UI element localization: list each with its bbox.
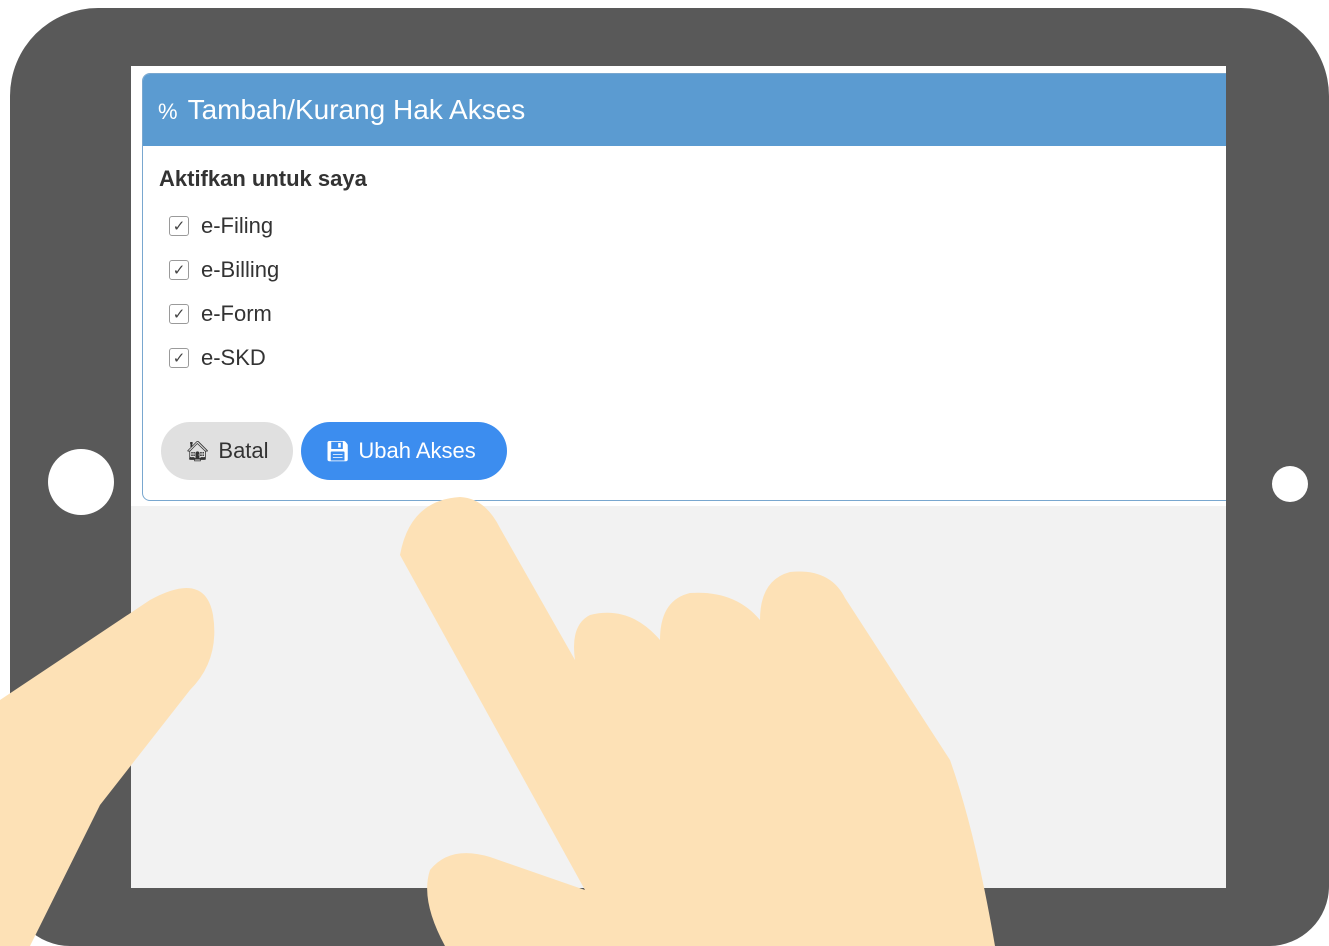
option-label: e-Form — [201, 301, 272, 326]
cancel-button-label: Batal — [218, 438, 269, 463]
option-e-billing[interactable]: ✓ e-Billing — [159, 248, 1225, 292]
checkbox-e-billing[interactable]: ✓ — [169, 260, 189, 280]
check-icon: ✓ — [172, 350, 186, 367]
link-icon: % — [158, 99, 178, 124]
checkbox-e-form[interactable]: ✓ — [169, 304, 189, 324]
check-icon: ✓ — [172, 306, 186, 323]
panel-header: % Tambah/Kurang Hak Akses — [143, 74, 1226, 146]
tablet-camera — [1272, 466, 1308, 502]
panel-body: Aktifkan untuk saya ✓ e-Filing ✓ e-Billi… — [143, 146, 1226, 480]
home-icon: 🏠︎ — [185, 440, 211, 463]
panel-title: Tambah/Kurang Hak Akses — [187, 94, 526, 125]
option-e-filing[interactable]: ✓ e-Filing — [159, 204, 1225, 248]
section-title: Aktifkan untuk saya — [159, 166, 367, 191]
option-label: e-Filing — [201, 213, 274, 238]
check-icon: ✓ — [172, 218, 186, 235]
save-button-label: Ubah Akses — [358, 438, 476, 463]
option-e-form[interactable]: ✓ e-Form — [159, 292, 1225, 336]
save-icon: 💾︎ — [325, 440, 351, 463]
option-label: e-Billing — [201, 257, 280, 282]
tablet-home-button — [48, 449, 114, 515]
check-icon: ✓ — [172, 262, 186, 279]
cancel-button[interactable]: 🏠︎ Batal — [161, 422, 293, 480]
option-label: e-SKD — [201, 345, 266, 370]
option-e-skd[interactable]: ✓ e-SKD — [159, 336, 1225, 380]
save-access-button[interactable]: 💾︎ Ubah Akses — [301, 422, 507, 480]
checkbox-e-filing[interactable]: ✓ — [169, 216, 189, 236]
button-row: 🏠︎ Batal 💾︎ Ubah Akses — [161, 422, 1225, 480]
access-panel: % Tambah/Kurang Hak Akses Aktifkan untuk… — [142, 73, 1226, 501]
checkbox-e-skd[interactable]: ✓ — [169, 348, 189, 368]
tablet-screen: % Tambah/Kurang Hak Akses Aktifkan untuk… — [131, 66, 1226, 888]
